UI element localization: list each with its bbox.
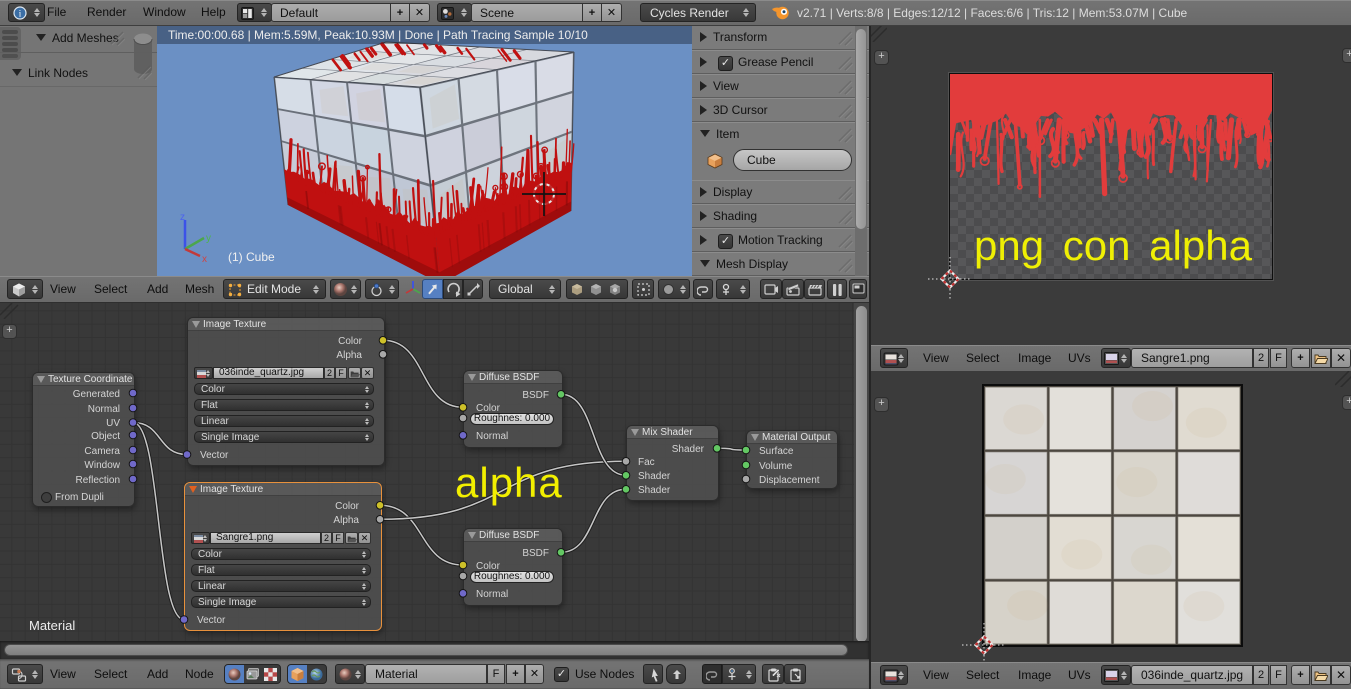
svg-text:x: x bbox=[202, 254, 207, 264]
svg-text:png con alpha: png con alpha bbox=[974, 222, 1253, 269]
svg-text:z: z bbox=[180, 212, 185, 223]
svg-text:y: y bbox=[206, 233, 211, 244]
